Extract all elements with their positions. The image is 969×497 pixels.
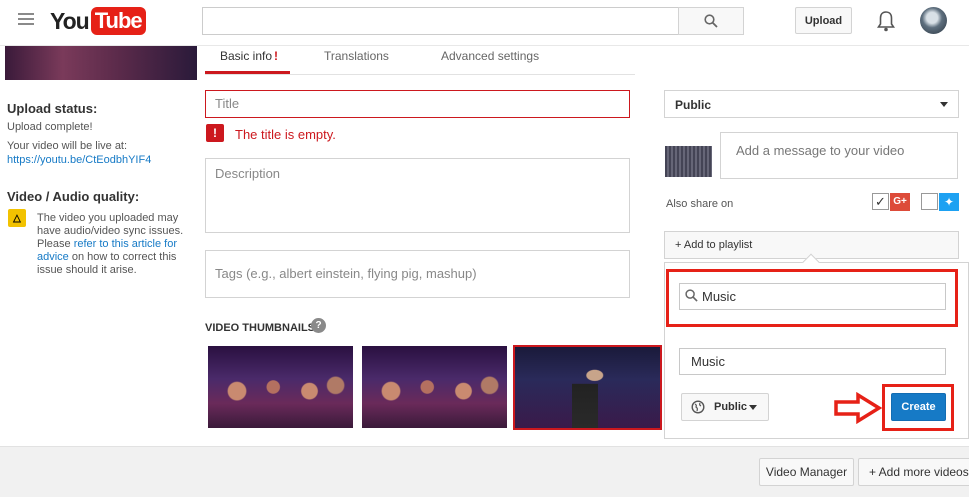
share-video-thumbnail [665,133,712,177]
youtube-logo[interactable]: You Tube [50,7,146,35]
tab-translations[interactable]: Translations [324,46,389,74]
logo-text-you: You [50,7,90,34]
title-input[interactable]: Title [205,90,630,118]
hamburger-menu-icon[interactable] [18,13,34,27]
tab-divider [205,74,635,75]
dropdown-caret-icon [940,102,948,107]
notifications-bell-icon[interactable] [876,9,896,33]
globe-icon [691,400,705,414]
upload-complete-text: Upload complete! [7,121,93,133]
google-plus-checkbox[interactable]: ✓ [872,193,889,210]
twitter-icon: ✦ [939,193,959,211]
live-at-text: Your video will be live at: [7,140,128,152]
error-icon: ! [206,124,224,142]
description-textarea[interactable]: Description [205,158,630,233]
help-icon[interactable]: ? [311,318,326,333]
create-playlist-button[interactable]: Create [891,393,946,421]
search-input[interactable] [202,7,679,35]
video-manager-button[interactable]: Video Manager [759,458,854,486]
quality-warning-text: The video you uploaded may have audio/vi… [37,212,187,277]
upload-button[interactable]: Upload [795,7,852,34]
logo-text-tube: Tube [90,7,146,35]
quality-heading: Video / Audio quality: [7,189,140,204]
thumbnail-option-3-selected[interactable] [513,345,662,430]
new-playlist-name-input[interactable]: Music [679,348,946,375]
tags-input[interactable]: Tags (e.g., albert einstein, flying pig,… [205,250,630,298]
account-avatar[interactable] [920,7,947,34]
search-icon [704,14,718,28]
share-message-textarea[interactable]: Add a message to your video [720,132,958,179]
tab-basic-info-label: Basic info [220,49,273,63]
visibility-select[interactable]: Public [664,90,959,118]
twitter-checkbox[interactable] [921,193,938,210]
upload-status-heading: Upload status: [7,101,98,116]
highlight-box-search [666,269,958,327]
also-share-label: Also share on [666,198,734,210]
tab-basic-info[interactable]: Basic info! [205,46,290,74]
thumbnails-label: VIDEO THUMBNAILS [205,322,315,334]
uploaded-video-preview [5,46,197,80]
google-plus-icon: G+ [890,193,910,211]
title-error-message: The title is empty. [235,127,336,142]
thumbnail-option-2[interactable] [362,346,507,428]
search-button[interactable] [678,7,744,35]
add-more-videos-button[interactable]: + Add more videos [858,458,969,486]
warning-icon: △ [8,209,26,227]
thumbnail-option-1[interactable] [208,346,353,428]
visibility-value: Public [675,98,712,112]
error-flag-icon: ! [274,49,279,63]
privacy-caret-icon [749,405,757,410]
tab-advanced-settings[interactable]: Advanced settings [441,46,539,74]
video-url-link[interactable]: https://youtu.be/CtEodbhYIF4 [7,154,151,167]
red-arrow-icon [834,392,883,424]
